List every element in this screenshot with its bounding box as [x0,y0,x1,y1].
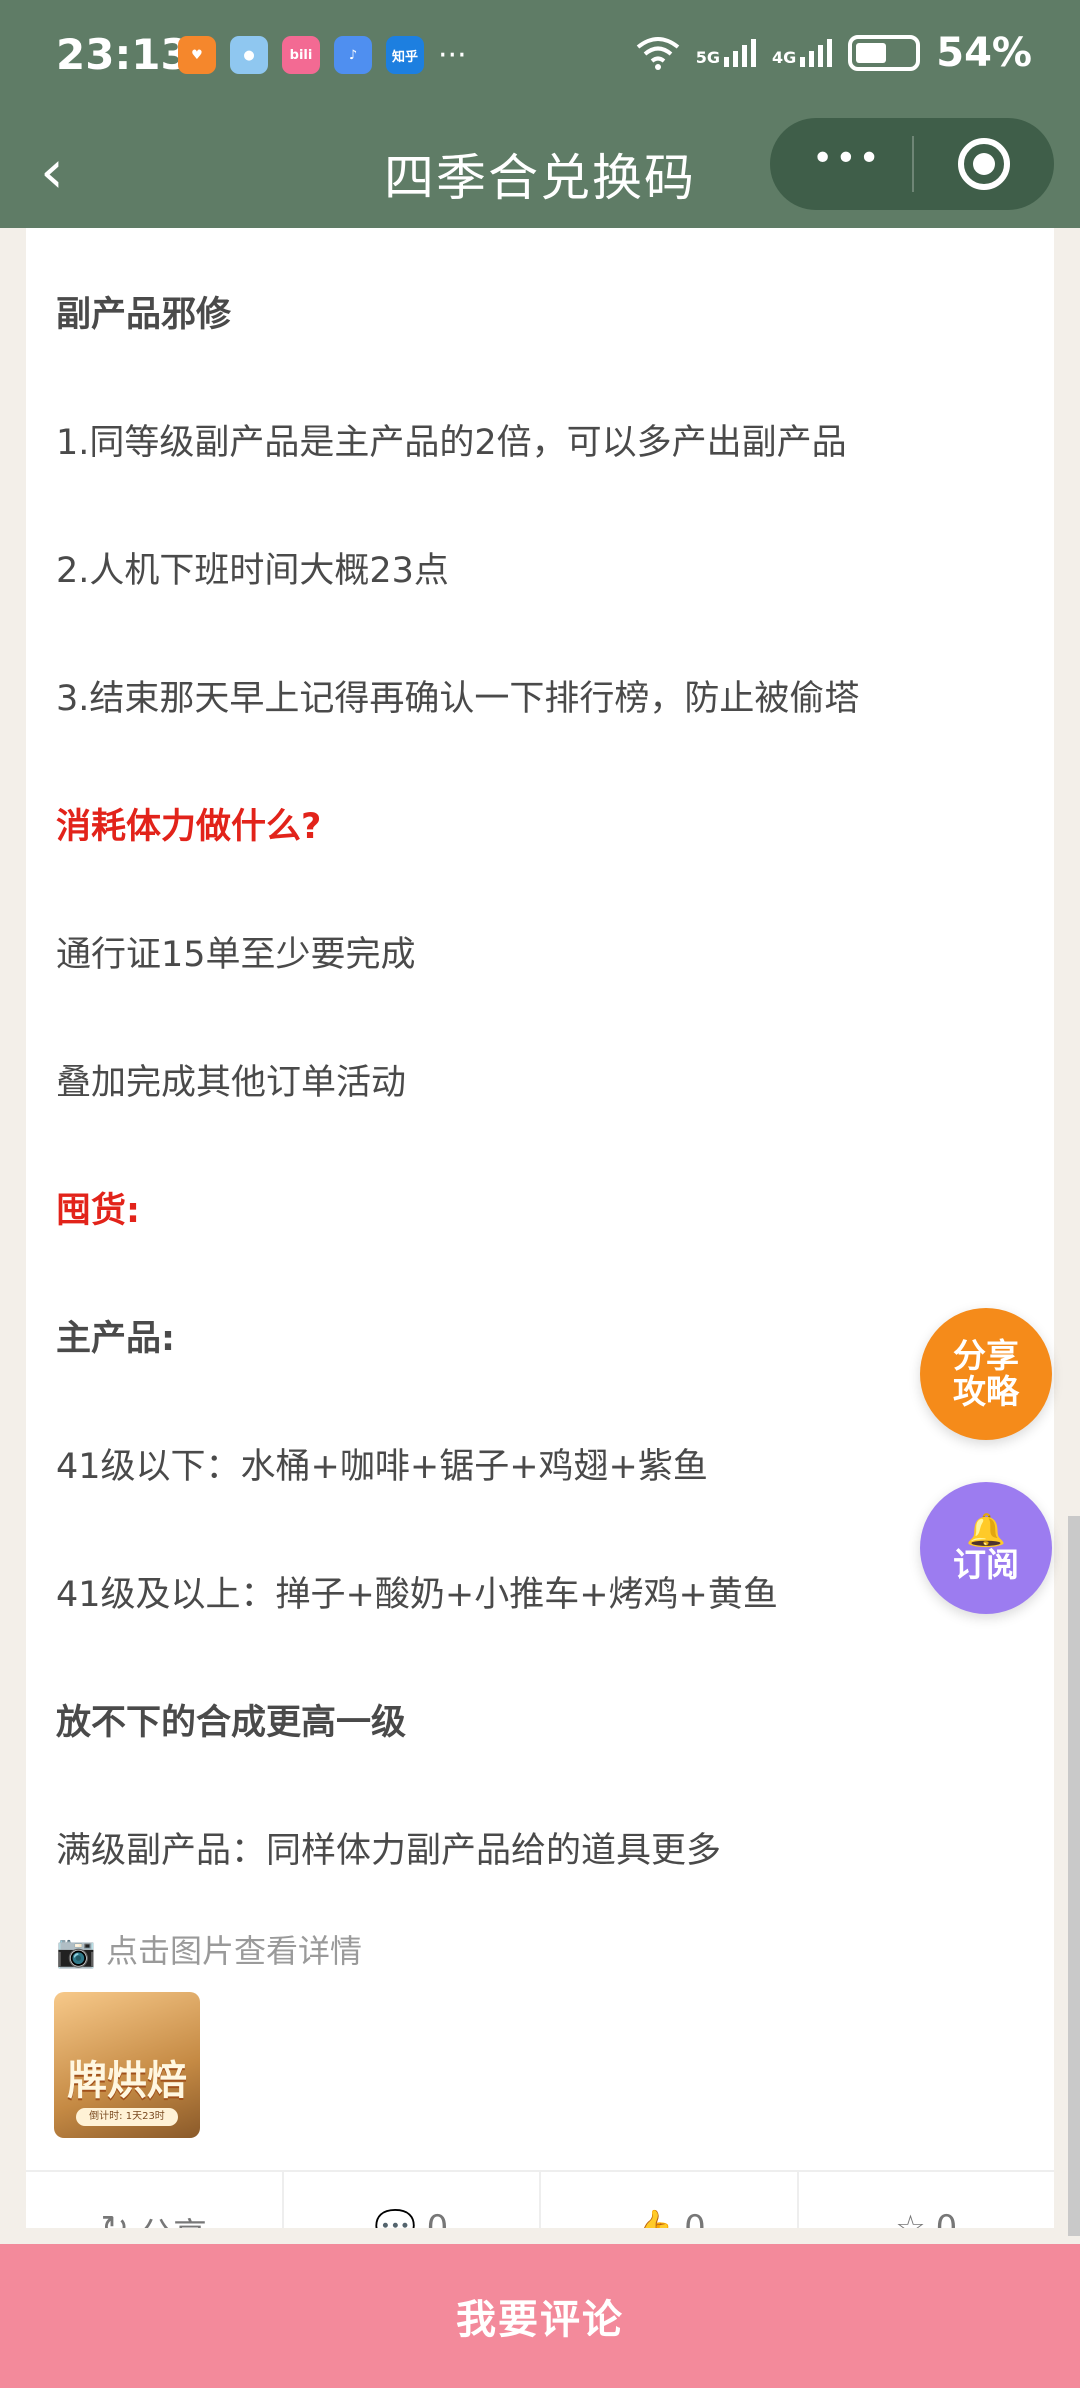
article-paragraph: 叠加完成其他订单活动 [56,1063,407,1103]
capsule-divider [912,136,914,192]
thumbs-up-icon: 👍 [631,2208,675,2228]
write-comment-button[interactable]: 我要评论 [0,2244,1080,2388]
article-paragraph: 3.结束那天早上记得再确认一下排行榜，防止被偷塔 [56,679,860,719]
article-paragraph: 副产品邪修 [56,295,232,335]
like-count: 0 [684,2208,706,2228]
article-paragraph: 1.同等级副产品是主产品的2倍，可以多产出副产品 [56,423,847,463]
share-label: 分享 [139,2208,207,2228]
favorite-count: 0 [935,2208,958,2228]
share-guide-button[interactable]: 分享 攻略 [920,1308,1052,1440]
mini-program-capsule: ••• [770,118,1054,210]
article-image[interactable]: 牌烘焙 倒计时: 1天23时 [54,1992,200,2138]
subscribe-label: 订阅 [953,1545,1019,1584]
scrollbar[interactable] [1068,1516,1080,2236]
thumb-title: 牌烘焙 [67,2058,187,2104]
share-button[interactable]: ↻ 分享 [26,2172,284,2228]
subscribe-button[interactable]: 🔔 订阅 [920,1482,1052,1614]
signal-4g: 4G [772,39,833,67]
status-more: ··· [438,37,467,73]
battery-percent: 54% [936,30,1032,76]
star-icon: ☆ [895,2208,926,2228]
share-guide-line2: 攻略 [953,1372,1019,1411]
comment-count-button[interactable]: 💬 0 [284,2172,541,2228]
article-paragraph: 2.人机下班时间大概23点 [56,551,449,591]
like-button[interactable]: 👍 0 [541,2172,799,2228]
status-bar: 23:13 ♥ ● bili ♪ 知乎 ··· 5G 4G 54% [0,0,1080,118]
battery-icon [848,35,921,71]
bubble-app-icon: ● [230,36,268,74]
signal-5g: 5G [696,39,756,67]
heart-app-icon: ♥ [178,36,216,74]
target-icon[interactable] [958,138,1010,190]
zhihu-icon: 知乎 [386,36,424,74]
article-paragraph: 消耗体力做什么? [56,807,322,847]
nav-bar: ‹ 四季合兑换码 ••• [0,118,1080,228]
article-paragraph: 41级及以上：掸子+酸奶+小推车+烤鸡+黄鱼 [56,1575,778,1615]
status-right: 5G 4G 54% [636,30,1032,76]
comment-count: 0 [426,2208,449,2228]
action-bar: ↻ 分享 💬 0 👍 0 ☆ 0 [26,2172,1054,2228]
article-card: 副产品邪修 1.同等级副产品是主产品的2倍，可以多产出副产品 2.人机下班时间大概2… [26,228,1054,2228]
more-options-button[interactable]: ••• [812,138,882,179]
bilibili-icon: bili [282,36,320,74]
thumb-countdown: 倒计时: 1天23时 [76,2108,178,2126]
comment-icon: 💬 [374,2208,417,2228]
share-guide-line1: 分享 [953,1336,1019,1375]
article-paragraph: 放不下的合成更高一级 [56,1703,407,1743]
image-hint: 📷 点击图片查看详情 [56,1932,363,1970]
favorite-button[interactable]: ☆ 0 [799,2172,1055,2228]
wifi-icon [636,37,679,70]
status-time: 23:13 [56,30,190,79]
article-paragraph: 囤货: [56,1191,140,1231]
article-paragraph: 通行证15单至少要完成 [56,935,416,975]
music-icon: ♪ [334,36,372,74]
bell-icon: 🔔 [966,1511,1006,1549]
status-app-icons: ♥ ● bili ♪ 知乎 ··· [178,36,467,74]
article-paragraph: 满级副产品：同样体力副产品给的道具更多 [56,1831,722,1871]
share-icon: ↻ [100,2208,130,2228]
article-paragraph: 主产品: [56,1319,175,1359]
article-paragraph: 41级以下：水桶+咖啡+锯子+鸡翅+紫鱼 [56,1447,708,1487]
